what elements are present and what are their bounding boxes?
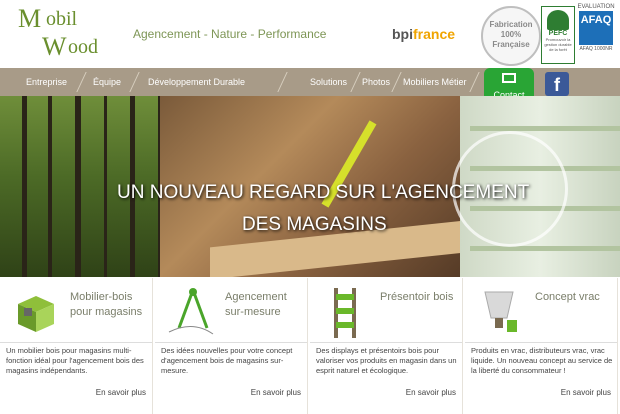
hero-title-line2: DES MAGASINS (242, 214, 387, 235)
nav-item-equipe[interactable]: Équipe (93, 77, 121, 87)
card-presentoir[interactable]: Présentoir bois Des displays et présento… (310, 278, 463, 414)
tree-icon (547, 10, 569, 30)
card-concept-vrac[interactable]: Concept vrac Produits en vrac, distribut… (465, 278, 618, 414)
en-savoir-plus-link[interactable]: En savoir plus (251, 388, 301, 397)
card-text: Un mobilier bois pour magasins multi-fon… (6, 346, 144, 375)
dispenser-icon (473, 284, 527, 340)
afaq-logo: EVALUATION AFAQ AFAQ 1000NR (577, 4, 615, 52)
card-text: Produits en vrac, distributeurs vrac, vr… (471, 346, 613, 375)
nav-item-developpement-durable[interactable]: Développement Durable (148, 77, 245, 87)
card-title: Présentoir bois (380, 291, 454, 303)
fabrication-francaise-seal: Fabrication 100% Française (481, 6, 541, 66)
card-title: Agencement sur-mesure (225, 291, 287, 318)
furniture-cube-icon (8, 284, 62, 340)
tagline: Agencement - Nature - Performance (133, 27, 327, 41)
pefc-logo: PEFC Promouvoir la gestion durable de la… (541, 6, 575, 64)
nav-item-mobiliers-metier[interactable]: Mobiliers Métier (403, 77, 467, 87)
compass-icon (163, 284, 217, 340)
card-title: Mobilier-bois pour magasins (70, 291, 143, 318)
en-savoir-plus-link[interactable]: En savoir plus (561, 388, 611, 397)
header: M obil W ood Agencement - Nature - Perfo… (0, 0, 620, 68)
shelf-display-icon (318, 284, 372, 340)
nav-item-solutions[interactable]: Solutions (310, 77, 347, 87)
en-savoir-plus-link[interactable]: En savoir plus (96, 388, 146, 397)
card-agencement[interactable]: Agencement sur-mesure Des idées nouvelle… (155, 278, 308, 414)
bpifrance-logo[interactable]: bpifrance (392, 26, 455, 42)
envelope-icon (502, 73, 516, 83)
nav-item-photos[interactable]: Photos (362, 77, 390, 87)
mobilwood-logo[interactable]: M obil W ood (12, 4, 120, 62)
service-cards: Mobilier-bois pour magasins Un mobilier … (0, 278, 620, 414)
card-title: Concept vrac (535, 291, 600, 303)
facebook-icon[interactable]: f (545, 72, 569, 96)
card-text: Des idées nouvelles pour votre concept d… (161, 346, 293, 375)
nav-item-entreprise[interactable]: Entreprise (26, 77, 67, 87)
hero-banner: UN NOUVEAU REGARD SUR L'AGENCEMENT DES M… (0, 96, 620, 277)
card-text: Des displays et présentoirs bois pour va… (316, 346, 457, 375)
hero-title-line1: UN NOUVEAU REGARD SUR L'AGENCEMENT (117, 182, 530, 203)
en-savoir-plus-link[interactable]: En savoir plus (406, 388, 456, 397)
card-mobilier-bois[interactable]: Mobilier-bois pour magasins Un mobilier … (0, 278, 153, 414)
